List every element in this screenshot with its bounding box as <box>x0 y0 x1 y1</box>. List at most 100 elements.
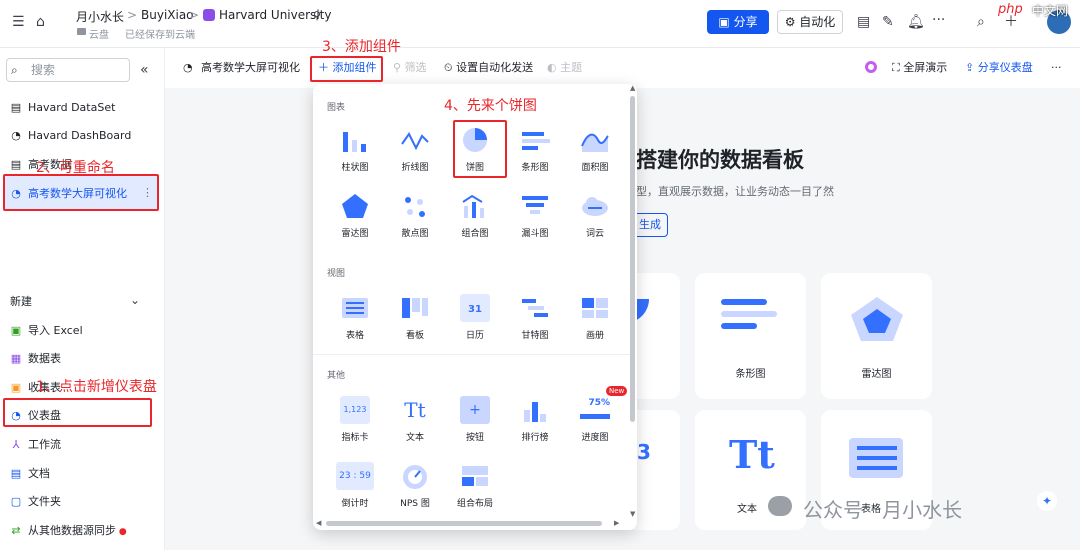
combo-chart-icon <box>462 194 484 218</box>
watermark-php: php <box>998 2 1023 17</box>
automation-button[interactable]: ⚙ 自动化 <box>777 10 843 34</box>
component-word-cloud[interactable]: 词云 <box>566 186 624 246</box>
component-gallery-view[interactable]: 画册 <box>566 288 624 348</box>
scatter-chart-icon <box>405 197 425 217</box>
divider <box>313 354 631 355</box>
component-calendar-view[interactable]: 31 日历 <box>446 288 504 348</box>
component-metric-card[interactable]: 1,123 指标卡 <box>326 390 384 450</box>
dashboard-icon: ◔ <box>183 61 193 74</box>
sidebar-item-havard-dataset[interactable]: ▤ Havard DataSet <box>10 100 116 116</box>
panel-vertical-scrollbar[interactable] <box>630 96 635 422</box>
folder-icon <box>77 28 86 35</box>
radar-chart-icon <box>342 194 368 218</box>
gauge-icon <box>403 465 427 489</box>
annotation-step3: 3、添加组件 <box>322 39 401 55</box>
component-horizontal-bar[interactable]: 条形图 <box>506 120 564 180</box>
component-nps[interactable]: NPS 图 <box>386 456 444 516</box>
theme-button[interactable]: ◐ 主题 <box>547 60 582 76</box>
component-funnel-chart[interactable]: 漏斗图 <box>506 186 564 246</box>
new-datatable[interactable]: ▦ 数据表 <box>10 351 61 367</box>
chevron-down-icon[interactable]: ⌄ <box>130 292 140 308</box>
more-icon[interactable]: ··· <box>932 12 945 28</box>
component-scatter-chart[interactable]: 散点图 <box>386 186 444 246</box>
component-text[interactable]: Tt 文本 <box>386 390 444 450</box>
search-input[interactable]: 搜索 <box>6 58 130 82</box>
metric-number: 3 <box>637 440 651 464</box>
new-import-excel[interactable]: ▣ 导入 Excel <box>10 323 83 339</box>
card-bar[interactable]: 条形图 <box>695 273 806 399</box>
datatable-icon: ▦ <box>10 352 22 365</box>
component-table-view[interactable]: 表格 <box>326 288 384 348</box>
table-view-icon <box>342 298 368 318</box>
component-kanban-view[interactable]: 看板 <box>386 288 444 348</box>
component-combo-chart[interactable]: 组合图 <box>446 186 504 246</box>
breadcrumb-user[interactable]: 月小水长 <box>76 8 124 25</box>
new-workflow[interactable]: ⅄ 工作流 <box>10 437 61 453</box>
card-radar[interactable]: 雷达图 <box>821 273 932 399</box>
home-icon[interactable]: ⌂ <box>36 14 45 30</box>
empty-heading: 搭建你的数据看板 <box>636 148 804 172</box>
base-app-icon <box>203 9 215 21</box>
section-charts: 图表 <box>327 103 346 113</box>
share-button[interactable]: ▣ 分享 <box>707 10 769 34</box>
highlight-rename-item <box>3 174 159 211</box>
component-button[interactable]: + 按钮 <box>446 390 504 450</box>
highlight-new-dashboard <box>3 398 152 427</box>
highlight-pie-chart <box>453 120 507 178</box>
bar-icon-line <box>721 299 767 305</box>
search-icon[interactable]: ⌕ <box>977 14 985 30</box>
collapse-sidebar-icon[interactable]: « <box>140 62 149 78</box>
location-label[interactable]: 云盘 <box>89 26 109 41</box>
scroll-left-icon[interactable]: ◀ <box>316 519 321 527</box>
layout-icon <box>462 466 488 486</box>
scroll-up-icon[interactable]: ▲ <box>630 84 635 92</box>
breadcrumb-sep: > <box>127 8 138 22</box>
sidebar: 搜索 ⌕ « ▤ Havard DataSet ◔ Havard DashBoard… <box>0 48 165 550</box>
panel-horizontal-scrollbar[interactable] <box>326 521 602 526</box>
dashboard-title[interactable]: 高考数学大屏可视化 <box>201 60 300 76</box>
highlight-add-component <box>310 56 383 82</box>
annotation-step1: 1、点击新增仪表盘 <box>36 379 157 395</box>
component-area-chart[interactable]: 面积图 <box>566 120 624 180</box>
gallery-icon <box>582 298 608 318</box>
search-icon: ⌕ <box>11 63 18 77</box>
bell-icon[interactable]: 🔔︎ <box>907 14 925 30</box>
card-label: 雷达图 <box>861 369 892 380</box>
more-icon[interactable]: ··· <box>1051 60 1062 76</box>
share-dashboard-button[interactable]: ⇪ 分享仪表盘 <box>965 60 1033 76</box>
component-radar-chart[interactable]: 雷达图 <box>326 186 384 246</box>
component-gantt-view[interactable]: 甘特图 <box>506 288 564 348</box>
plus-icon: + <box>460 396 490 424</box>
excel-icon: ▣ <box>10 324 22 337</box>
kanban-icon <box>402 298 428 318</box>
dashboard-icon: ◔ <box>11 129 21 142</box>
lock-icon: ▣ <box>718 15 734 29</box>
auto-send-button[interactable]: ⏲ 设置自动化发送 <box>444 60 533 76</box>
new-folder[interactable]: ▢ 文件夹 <box>10 494 61 510</box>
scroll-right-icon[interactable]: ▶ <box>614 519 619 527</box>
fullscreen-button[interactable]: ⛶ 全屏演示 <box>892 60 947 76</box>
cloud-icon <box>582 197 608 216</box>
ai-sparkle-icon[interactable]: ✦ <box>1037 491 1057 511</box>
component-ranking[interactable]: 排行榜 <box>506 390 564 450</box>
breadcrumb-workspace[interactable]: BuyiXiao <box>141 8 194 22</box>
component-combo-layout[interactable]: 组合布局 <box>446 456 504 516</box>
component-line-chart[interactable]: 折线图 <box>386 120 444 180</box>
color-icon[interactable] <box>865 61 877 73</box>
filter-button[interactable]: ⚲ 筛选 <box>393 60 427 76</box>
component-countdown[interactable]: 23 : 59 倒计时 <box>326 456 384 516</box>
scroll-down-icon[interactable]: ▼ <box>630 510 635 518</box>
dashboard-toolbar: ◔ 高考数学大屏可视化 ＋ 添加组件 ⚲ 筛选 ⏲ 设置自动化发送 ◐ 主题 ⛶… <box>165 48 1080 88</box>
progress-icon: 75% <box>588 398 610 408</box>
card-label: 文本 <box>737 504 757 515</box>
new-sync-source[interactable]: ⇄ 从其他数据源同步 ● <box>10 523 126 540</box>
pin-icon[interactable]: ⚲ <box>313 8 321 24</box>
sidebar-item-havard-dashboard[interactable]: ◔ Havard DashBoard <box>10 128 131 144</box>
component-progress[interactable]: 75% 进度图 <box>566 390 624 450</box>
component-bar-chart[interactable]: 柱状图 <box>326 120 384 180</box>
doc-icon[interactable]: ▤ <box>857 14 870 30</box>
new-doc[interactable]: ▤ 文档 <box>10 466 50 482</box>
plugin-icon[interactable]: ✎ <box>882 14 894 30</box>
bar-chart-icon <box>343 132 366 152</box>
menu-icon[interactable]: ☰ <box>12 14 25 30</box>
